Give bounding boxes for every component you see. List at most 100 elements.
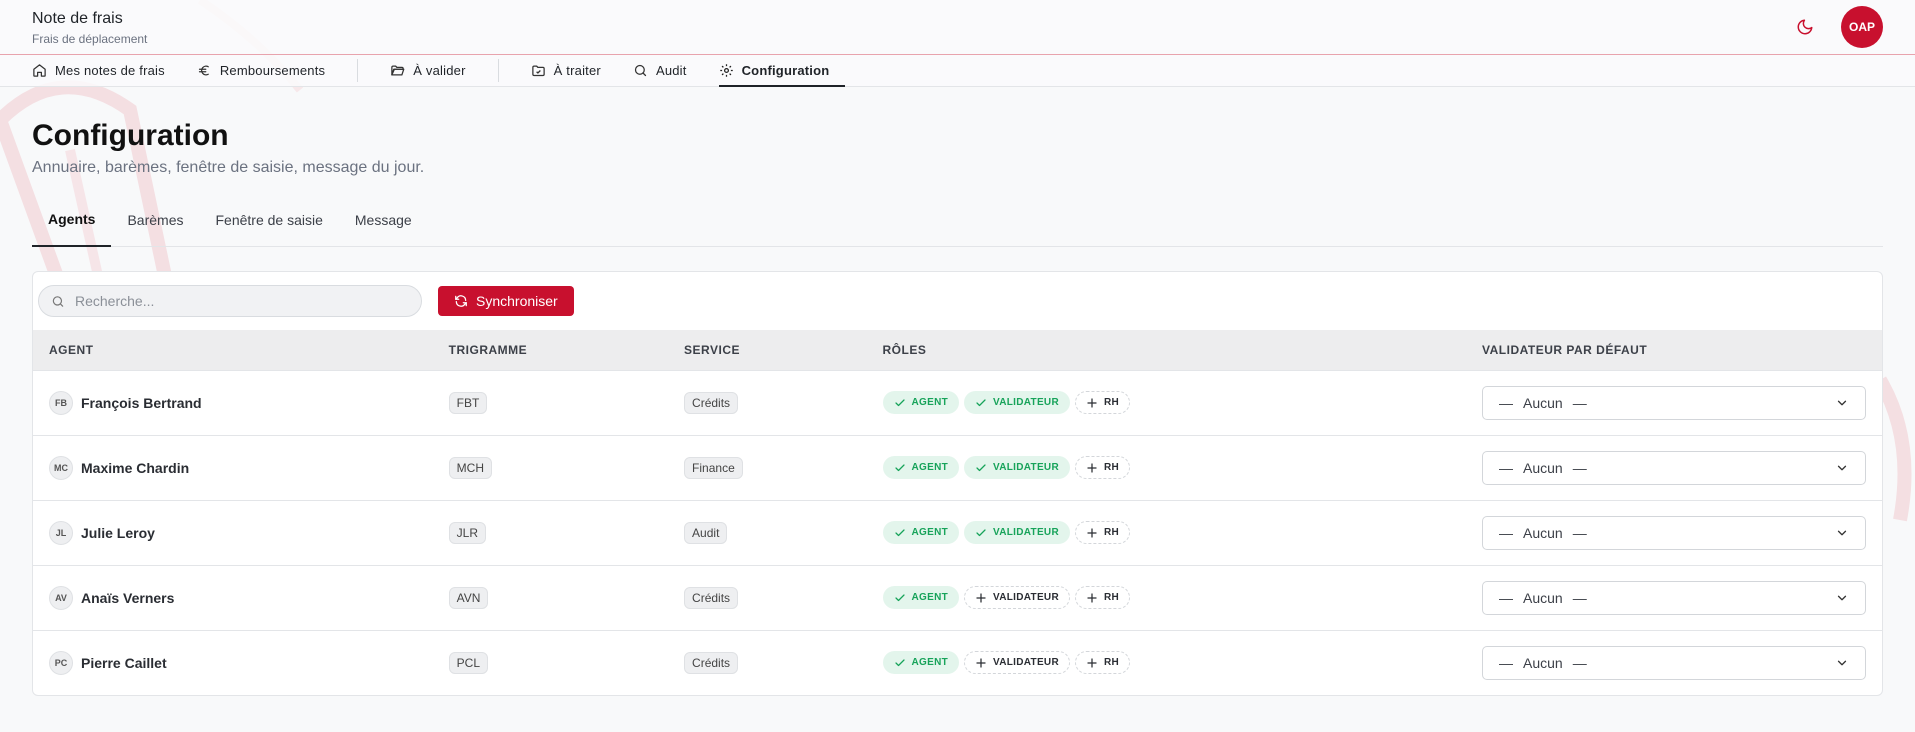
dash-icon: — <box>1572 394 1587 411</box>
role-toggle-agent[interactable]: AGENT <box>882 651 960 675</box>
agent-name: Maxime Chardin <box>81 459 190 476</box>
validator-value: Aucun <box>1523 459 1563 476</box>
brand: Note de frais Frais de déplacement <box>32 9 147 46</box>
agent-initials-avatar: MC <box>49 455 73 480</box>
app-title: Note de frais <box>32 9 123 27</box>
default-validator-select[interactable]: — Aucun — <box>1482 385 1866 420</box>
chevron-down-icon <box>1837 465 1847 470</box>
check-icon <box>894 397 906 409</box>
validator-value: Aucun <box>1523 654 1563 671</box>
check-icon <box>894 657 906 669</box>
table-row: PC Pierre Caillet PCL Crédits AGENT VALID… <box>33 630 1882 695</box>
refresh-icon <box>455 295 467 307</box>
nav-item-a-traiter[interactable]: À traiter <box>515 55 617 86</box>
search-box <box>38 285 422 317</box>
role-toggle-rh[interactable]: RH <box>1074 651 1131 675</box>
role-toggle-validateur[interactable]: VALIDATEUR <box>964 521 1070 544</box>
check-icon <box>894 527 906 539</box>
role-toggle-validateur[interactable]: VALIDATEUR <box>964 586 1070 609</box>
agent-name: Julie Leroy <box>81 524 155 541</box>
roles-group: AGENT VALIDATEUR RH <box>882 391 1450 414</box>
service-badge: Finance <box>684 456 743 479</box>
role-toggle-rh[interactable]: RH <box>1074 586 1131 609</box>
dash-icon: — <box>1499 394 1513 411</box>
check-icon <box>894 462 906 474</box>
sync-button[interactable]: Synchroniser <box>438 286 574 316</box>
role-toggle-agent[interactable]: AGENT <box>882 391 960 414</box>
role-label: RH <box>1103 657 1120 669</box>
role-toggle-rh[interactable]: RH <box>1074 456 1131 479</box>
chevron-down-icon <box>1837 400 1847 405</box>
role-label: VALIDATEUR <box>993 462 1059 473</box>
role-label: VALIDATEUR <box>993 527 1059 538</box>
config-tabs: Agents Barèmes Fenêtre de saisie Message <box>32 207 1883 247</box>
user-avatar[interactable]: OAP <box>1841 6 1883 48</box>
chevron-down-icon <box>1837 530 1847 535</box>
nav-item-mes-notes[interactable]: Mes notes de frais <box>32 55 181 86</box>
default-validator-select[interactable]: — Aucun — <box>1482 645 1866 680</box>
default-validator-select[interactable]: — Aucun — <box>1482 450 1866 485</box>
role-toggle-agent[interactable]: AGENT <box>882 586 960 609</box>
service-badge: Crédits <box>684 586 739 609</box>
main-nav: Mes notes de frais Remboursements À vali… <box>0 55 1915 87</box>
plus-icon <box>1086 657 1098 669</box>
trigram-badge: MCH <box>448 456 492 479</box>
plus-icon <box>1086 397 1098 409</box>
nav-item-audit[interactable]: Audit <box>617 55 703 86</box>
default-validator-select[interactable]: — Aucun — <box>1482 580 1866 615</box>
roles-group: AGENT VALIDATEUR RH <box>882 586 1450 609</box>
role-toggle-agent[interactable]: AGENT <box>882 456 960 479</box>
sync-label: Synchroniser <box>476 293 558 309</box>
role-toggle-rh[interactable]: RH <box>1074 391 1131 414</box>
agent-cell: AV Anaïs Verners <box>33 565 433 630</box>
check-icon <box>894 592 906 604</box>
nav-item-remboursements[interactable]: Remboursements <box>181 55 341 86</box>
chevron-down-icon <box>1837 660 1847 666</box>
tab-baremes[interactable]: Barèmes <box>111 207 199 246</box>
role-label: RH <box>1103 527 1120 538</box>
plus-icon <box>1086 527 1098 539</box>
folder-open-icon <box>391 65 405 76</box>
dash-icon: — <box>1572 524 1587 541</box>
role-label: AGENT <box>911 592 949 603</box>
plus-icon <box>975 657 987 669</box>
service-badge: Audit <box>684 521 728 544</box>
agent-cell: FB François Bertrand <box>33 370 433 435</box>
nav-label: À traiter <box>553 63 601 78</box>
role-toggle-agent[interactable]: AGENT <box>882 521 960 544</box>
role-toggle-validateur[interactable]: VALIDATEUR <box>964 651 1070 675</box>
nav-label: Mes notes de frais <box>55 63 165 78</box>
search-input[interactable] <box>75 293 409 309</box>
dash-icon: — <box>1499 589 1513 606</box>
dash-icon: — <box>1499 654 1513 671</box>
dark-mode-toggle[interactable] <box>1791 13 1819 41</box>
agent-initials-avatar: AV <box>49 585 73 610</box>
column-header-service: SERVICE <box>684 342 741 357</box>
role-toggle-validateur[interactable]: VALIDATEUR <box>964 456 1070 479</box>
role-toggle-validateur[interactable]: VALIDATEUR <box>964 391 1070 414</box>
tab-message[interactable]: Message <box>339 207 428 246</box>
nav-item-a-valider[interactable]: À valider <box>374 55 481 86</box>
role-label: VALIDATEUR <box>993 592 1059 603</box>
trigram-badge: AVN <box>448 586 489 609</box>
tab-agents[interactable]: Agents <box>32 207 112 247</box>
plus-icon <box>1086 592 1098 604</box>
check-icon <box>975 397 987 409</box>
nav-label: Configuration <box>741 63 830 78</box>
agent-cell: PC Pierre Caillet <box>33 630 433 695</box>
dash-icon: — <box>1572 459 1587 476</box>
nav-item-configuration[interactable]: Configuration <box>703 55 846 87</box>
app-subtitle: Frais de déplacement <box>32 31 148 46</box>
page-subtitle: Annuaire, barèmes, fenêtre de saisie, me… <box>32 159 425 176</box>
roles-group: AGENT VALIDATEUR RH <box>882 456 1450 479</box>
role-label: RH <box>1103 397 1120 408</box>
agent-name: Pierre Caillet <box>81 654 167 671</box>
dash-icon: — <box>1572 589 1587 606</box>
nav-label: À valider <box>413 63 466 78</box>
role-toggle-rh[interactable]: RH <box>1074 521 1131 544</box>
default-validator-select[interactable]: — Aucun — <box>1482 515 1866 550</box>
page-title: Configuration <box>32 119 229 152</box>
check-icon <box>975 462 987 474</box>
tab-fenetre-saisie[interactable]: Fenêtre de saisie <box>199 207 338 246</box>
service-badge: Crédits <box>684 651 739 674</box>
